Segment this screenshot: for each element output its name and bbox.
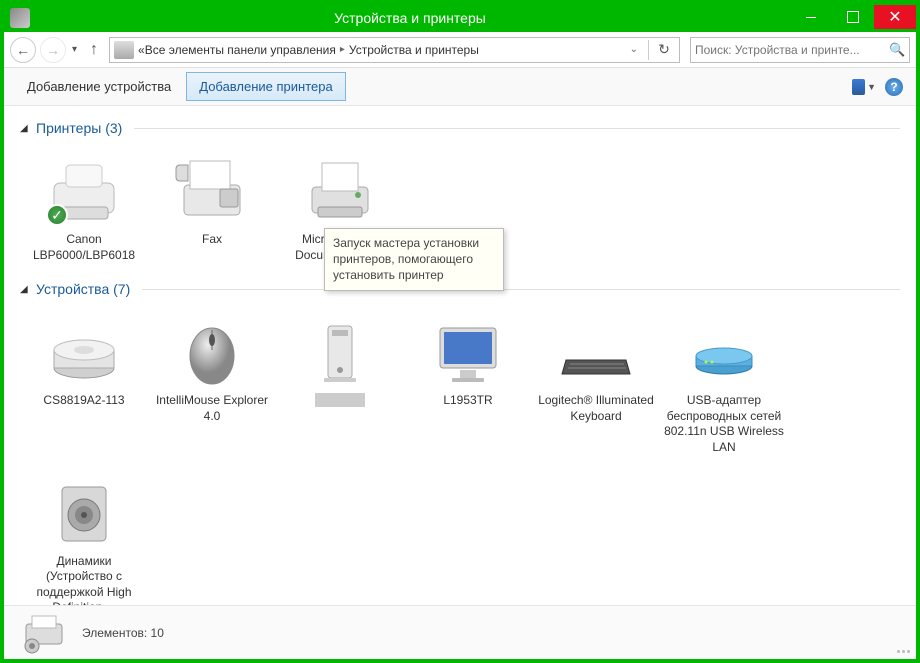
navbar: ← → ▾ ↑ « Все элементы панели управления… — [4, 32, 916, 68]
group-count: (7) — [113, 281, 130, 297]
item-label: USB-адаптер беспроводных сетей 802.11n U… — [664, 393, 784, 455]
help-icon: ? — [885, 78, 903, 96]
collapse-icon: ◢ — [20, 123, 32, 134]
add-printer-button[interactable]: Добавление принтера — [186, 72, 345, 101]
devices-printers-window: Устройства и принтеры ← → ▾ ↑ « Все элем… — [4, 4, 916, 659]
mouse-icon — [172, 311, 252, 391]
device-item[interactable]: CS8819A2-113 — [20, 307, 148, 459]
harddrive-icon — [44, 311, 124, 391]
app-icon — [10, 8, 30, 28]
router-icon — [684, 311, 764, 391]
device-item[interactable]: USB-адаптер беспроводных сетей 802.11n U… — [660, 307, 788, 459]
back-button[interactable]: ← — [10, 37, 36, 63]
address-bar[interactable]: « Все элементы панели управления▸ Устрой… — [109, 37, 680, 63]
fax-icon — [172, 150, 252, 230]
command-bar: Добавление устройства Добавление принтер… — [4, 68, 916, 106]
item-label: Logitech® Illuminated Keyboard — [536, 393, 656, 424]
minimize-button[interactable] — [790, 5, 832, 29]
item-label: Fax — [202, 232, 222, 248]
group-header-printers[interactable]: ◢ Принтеры (3) — [20, 120, 900, 136]
item-label: Canon LBP6000/LBP6018 — [24, 232, 144, 263]
help-button[interactable]: ? — [882, 76, 906, 98]
maximize-button[interactable] — [832, 5, 874, 29]
status-text: Элементов: 10 — [82, 626, 164, 640]
refresh-button[interactable]: ↻ — [653, 41, 675, 58]
monitor-icon — [428, 311, 508, 391]
tooltip: Запуск мастера установки принтеров, помо… — [324, 228, 504, 291]
breadcrumb-chevron[interactable]: « — [138, 43, 145, 57]
add-device-button[interactable]: Добавление устройства — [14, 72, 184, 101]
status-bar: Элементов: 10 — [4, 605, 916, 659]
item-label: CS8819A2-113 — [43, 393, 124, 409]
content-area: Запуск мастера установки принтеров, помо… — [4, 106, 916, 605]
default-badge-icon: ✓ — [46, 204, 68, 226]
item-label: IntelliMouse Explorer 4.0 — [152, 393, 272, 424]
item-label-redacted — [315, 393, 365, 407]
device-item[interactable]: Динамики (Устройство с поддержкой High D… — [20, 468, 148, 605]
forward-button[interactable]: → — [40, 37, 66, 63]
window-controls — [790, 5, 916, 29]
search-icon[interactable]: 🔍 — [889, 42, 905, 58]
keyboard-icon — [556, 311, 636, 391]
group-label: Устройства — [36, 281, 109, 297]
up-button[interactable]: ↑ — [83, 39, 105, 61]
search-input[interactable] — [695, 43, 889, 57]
location-icon — [114, 41, 134, 59]
view-options-button[interactable]: ▼ — [852, 76, 876, 98]
item-label: L1953TR — [443, 393, 492, 409]
group-label: Принтеры — [36, 120, 101, 136]
status-icon — [20, 612, 68, 654]
breadcrumb-segment-2[interactable]: Устройства и принтеры — [349, 43, 479, 57]
printer-item[interactable]: Fax — [148, 146, 276, 267]
chevron-down-icon: ▼ — [867, 82, 876, 92]
resize-grip[interactable] — [897, 650, 910, 653]
device-item[interactable]: L1953TR — [404, 307, 532, 459]
device-item[interactable]: IntelliMouse Explorer 4.0 — [148, 307, 276, 459]
printer-icon — [300, 150, 380, 230]
group-count: (3) — [105, 120, 122, 136]
close-button[interactable] — [874, 5, 916, 29]
titlebar: Устройства и принтеры — [4, 4, 916, 32]
device-item[interactable] — [276, 307, 404, 459]
computer-icon — [300, 311, 380, 391]
item-label: Динамики (Устройство с поддержкой High D… — [24, 554, 144, 605]
breadcrumb-segment-1[interactable]: Все элементы панели управления▸ — [145, 43, 349, 57]
printer-item[interactable]: ✓ Canon LBP6000/LBP6018 — [20, 146, 148, 267]
speaker-icon — [44, 472, 124, 552]
view-icon — [852, 79, 865, 95]
printer-icon: ✓ — [44, 150, 124, 230]
device-item[interactable]: Logitech® Illuminated Keyboard — [532, 307, 660, 459]
address-dropdown[interactable]: ⌄ — [624, 44, 644, 55]
history-dropdown[interactable]: ▾ — [70, 44, 79, 55]
devices-list: CS8819A2-113 IntelliMouse Explorer 4.0 L… — [20, 307, 900, 605]
collapse-icon: ◢ — [20, 284, 32, 295]
window-title: Устройства и принтеры — [30, 10, 790, 26]
search-box[interactable]: 🔍 — [690, 37, 910, 63]
